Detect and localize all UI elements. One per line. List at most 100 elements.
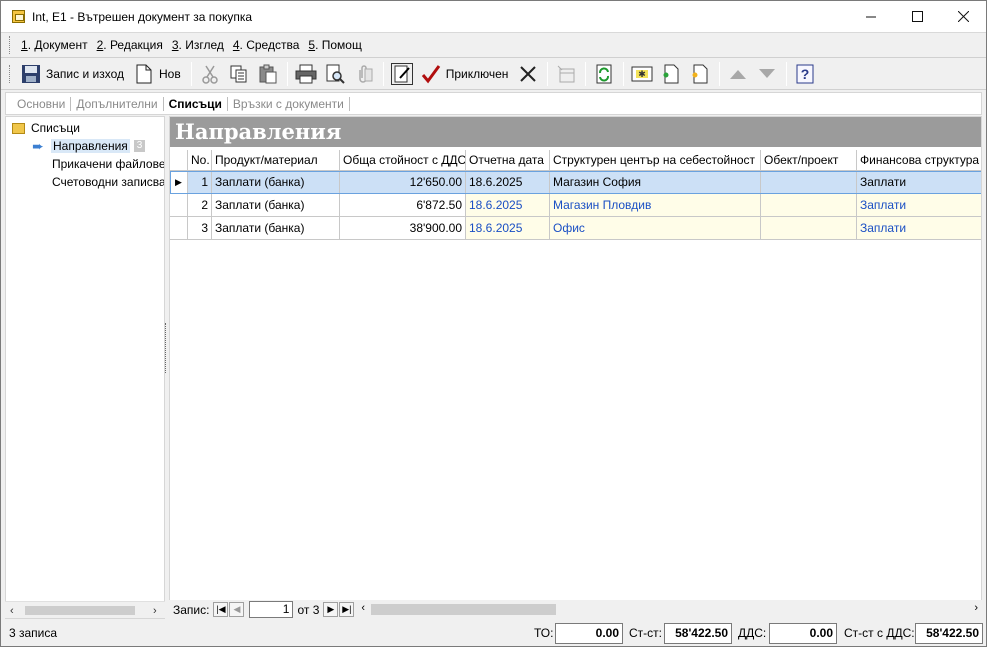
- tab-general[interactable]: Основни: [12, 96, 72, 111]
- header-indicator: [170, 150, 188, 170]
- title-bar: Int, E1 - Вътрешен документ за покупка: [1, 1, 986, 32]
- cell-date[interactable]: 18.6.2025: [466, 217, 550, 239]
- cell-object[interactable]: [761, 217, 857, 239]
- header-product[interactable]: Продукт/материал: [212, 150, 340, 170]
- prev-record-button[interactable]: ◀: [229, 602, 245, 617]
- table-row[interactable]: ▶ 1 Заплати (банка) 12'650.00 18.6.2025 …: [170, 171, 981, 194]
- grid-horizontal-scrollbar[interactable]: ‹ ›: [361, 601, 982, 618]
- svg-text:?: ?: [801, 66, 810, 82]
- refresh-icon: [593, 63, 615, 85]
- cut-button[interactable]: [196, 61, 224, 87]
- minimize-button[interactable]: [848, 1, 894, 32]
- move-up-button[interactable]: [724, 61, 752, 87]
- cell-date[interactable]: 18.6.2025: [466, 194, 550, 216]
- cell-no: 3: [188, 217, 212, 239]
- first-icon: |◀: [216, 604, 226, 614]
- tab-lists[interactable]: Списъци: [164, 96, 228, 111]
- cell-product[interactable]: Заплати (банка): [212, 171, 340, 193]
- tree-root[interactable]: Списъци: [12, 119, 80, 137]
- print-button[interactable]: [292, 61, 320, 87]
- last-record-button[interactable]: ▶|: [339, 602, 355, 617]
- cell-total[interactable]: 38'900.00: [340, 217, 466, 239]
- edit-button[interactable]: [388, 61, 416, 87]
- table-row[interactable]: 3 Заплати (банка) 38'900.00 18.6.2025 Оф…: [170, 217, 981, 240]
- tree-item-accounting-entries[interactable]: Счетоводни записва: [52, 173, 164, 191]
- scroll-left-icon: ‹: [10, 605, 14, 617]
- menu-view[interactable]: 3. Изглед: [168, 38, 229, 52]
- copy-document-button[interactable]: [657, 61, 685, 87]
- cell-product[interactable]: Заплати (банка): [212, 217, 340, 239]
- grid-header: No. Продукт/материал Обща стойност с ДДС…: [170, 150, 981, 171]
- help-button[interactable]: ?: [791, 61, 819, 87]
- refresh-button[interactable]: [590, 61, 618, 87]
- paste-button[interactable]: [254, 61, 282, 87]
- cell-date[interactable]: 18.6.2025: [466, 171, 550, 193]
- scroll-right-icon[interactable]: ›: [974, 602, 978, 614]
- cell-total[interactable]: 6'872.50: [340, 194, 466, 216]
- new-button[interactable]: Нов: [130, 61, 186, 87]
- cell-product[interactable]: Заплати (банка): [212, 194, 340, 216]
- cell-cost-center[interactable]: Магазин Пловдив: [550, 194, 761, 216]
- header-object[interactable]: Обект/проект: [761, 150, 857, 170]
- next-record-button[interactable]: ▶: [323, 602, 339, 617]
- cell-object[interactable]: [761, 171, 857, 193]
- copy-icon: [228, 63, 250, 85]
- tree-item-label: Направления: [51, 139, 130, 153]
- scroll-left-icon[interactable]: ‹: [361, 602, 365, 614]
- cost-with-vat-label: Ст-ст с ДДС:: [844, 626, 915, 640]
- cell-cost-center[interactable]: Офис: [550, 217, 761, 239]
- cell-financial-structure[interactable]: Заплати: [857, 171, 981, 193]
- move-down-button[interactable]: [753, 61, 781, 87]
- header-cost-center[interactable]: Структурен център на себестойност: [550, 150, 761, 170]
- header-financial-structure[interactable]: Финансова структура: [857, 150, 981, 170]
- tree-item-attached-files[interactable]: Прикачени файлове: [52, 155, 164, 173]
- attachment-icon: [353, 63, 375, 85]
- attach-button[interactable]: [350, 61, 378, 87]
- scrollbar-thumb[interactable]: [371, 604, 557, 615]
- header-no[interactable]: No.: [188, 150, 212, 170]
- save-and-exit-button[interactable]: Запис и изход: [17, 61, 129, 87]
- tab-document-links[interactable]: Връзки с документи: [228, 96, 350, 111]
- calendar-icon: [555, 63, 577, 85]
- menu-tools[interactable]: 4. Средства: [229, 38, 305, 52]
- calendar-button[interactable]: [552, 61, 580, 87]
- menu-document[interactable]: 1. Документ: [17, 38, 93, 52]
- finish-button[interactable]: Приключен: [417, 61, 514, 87]
- cancel-button[interactable]: [514, 61, 542, 87]
- minimize-icon: [865, 16, 876, 18]
- tab-additional[interactable]: Допълнителни: [71, 96, 164, 111]
- svg-text:✱: ✱: [639, 69, 647, 79]
- cross-icon: [517, 63, 539, 85]
- maximize-button[interactable]: [894, 1, 940, 32]
- folder-icon: [12, 122, 25, 134]
- cell-financial-structure[interactable]: Заплати: [857, 217, 981, 239]
- menu-edit[interactable]: 2. Редакция: [93, 38, 168, 52]
- close-button[interactable]: [940, 1, 986, 32]
- toolbar-separator: [190, 61, 192, 86]
- toolbar-separator: [719, 61, 721, 86]
- cell-object[interactable]: [761, 194, 857, 216]
- cell-total[interactable]: 12'650.00: [340, 171, 466, 193]
- menu-help[interactable]: 5. Помощ: [304, 38, 366, 52]
- tree-root-label: Списъци: [31, 121, 80, 135]
- print-preview-button[interactable]: [321, 61, 349, 87]
- tree-horizontal-scrollbar[interactable]: ‹ ›: [5, 601, 165, 618]
- copy-button[interactable]: [225, 61, 253, 87]
- header-total[interactable]: Обща стойност с ДДС: [340, 150, 466, 170]
- table-row[interactable]: 2 Заплати (банка) 6'872.50 18.6.2025 Маг…: [170, 194, 981, 217]
- first-record-button[interactable]: |◀: [213, 602, 229, 617]
- toolbar-separator: [786, 61, 788, 86]
- highlight-button[interactable]: ✱: [628, 61, 656, 87]
- prev-icon: ◀: [233, 604, 241, 614]
- copy-document-2-button[interactable]: [686, 61, 714, 87]
- tree-item-directions[interactable]: ➨ Направления 3: [30, 137, 146, 155]
- record-number-input[interactable]: 1: [249, 601, 294, 618]
- new-document-icon: [133, 63, 155, 85]
- count-badge: 3: [133, 140, 146, 152]
- cell-cost-center[interactable]: Магазин София: [550, 171, 761, 193]
- close-icon: [957, 11, 969, 22]
- cell-financial-structure[interactable]: Заплати: [857, 194, 981, 216]
- arrow-up-icon: [727, 63, 749, 85]
- header-date[interactable]: Отчетна дата: [466, 150, 550, 170]
- window-controls: [848, 1, 986, 32]
